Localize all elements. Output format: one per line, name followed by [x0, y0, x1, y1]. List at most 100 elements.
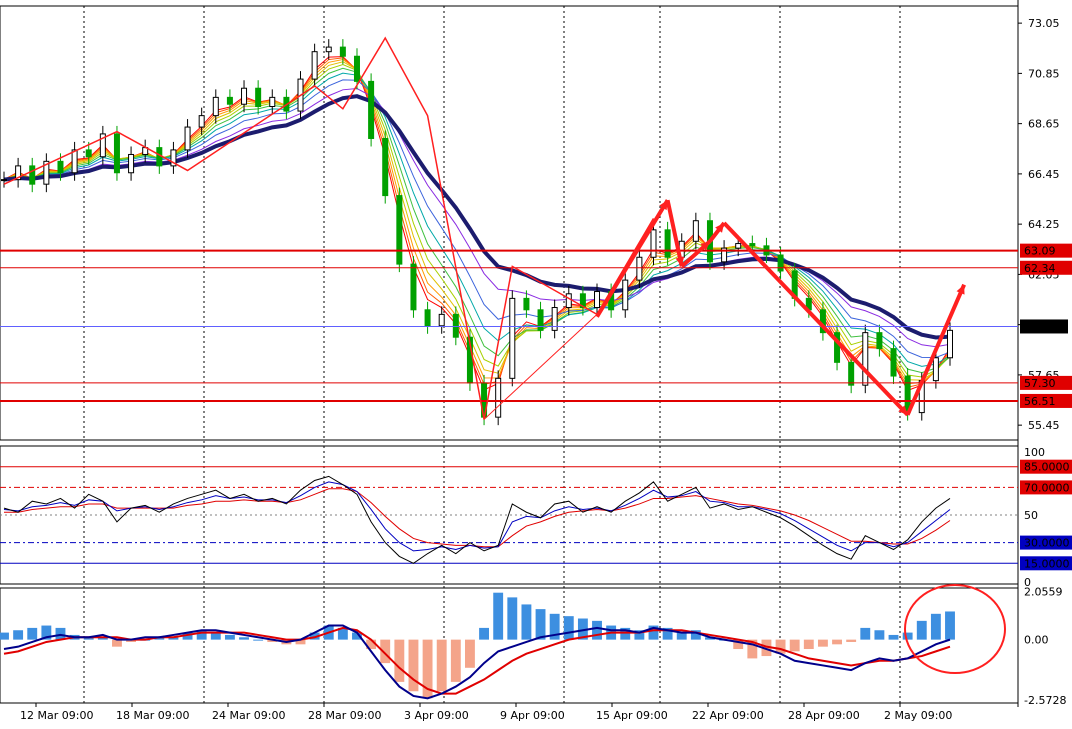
time-axis-label: 15 Apr 09:00	[596, 709, 668, 722]
macd-histogram-bar	[394, 639, 405, 682]
price-tick-label: 70.85	[1028, 67, 1060, 80]
price-candle-body	[255, 87, 262, 108]
macd-histogram-bar	[888, 634, 899, 640]
price-candle-body	[353, 55, 360, 82]
price-candle-body	[749, 243, 756, 247]
current-price-text: 59.77	[1024, 320, 1056, 333]
price-candle-body	[156, 147, 163, 167]
macd-histogram-bar	[535, 609, 546, 640]
macd-histogram-bar	[563, 616, 574, 640]
price-candle-body	[1, 179, 7, 182]
price-candle-body	[212, 96, 219, 117]
price-candle-body	[932, 357, 939, 382]
rsi-tick-label: 70.0000	[1024, 481, 1070, 494]
rsi-tick-label: 30.0000	[1024, 537, 1070, 550]
price-candle-body	[890, 348, 897, 377]
macd-histogram-bar	[803, 639, 814, 650]
macd-histogram-bar	[902, 632, 913, 640]
price-candle-body	[184, 126, 191, 151]
macd-histogram-bar	[253, 639, 264, 641]
macd-histogram-bar	[521, 604, 532, 640]
price-candle-body	[71, 149, 78, 174]
price-candle-body	[876, 332, 883, 350]
time-axis-label: 2 May 09:00	[884, 709, 952, 722]
macd-histogram-bar	[916, 620, 927, 640]
price-candle-body	[113, 133, 120, 174]
rsi-tick-label: 50	[1024, 509, 1038, 522]
rsi-tick-label: 15.0000	[1024, 557, 1070, 570]
macd-histogram-bar	[832, 639, 842, 645]
macd-tick-label: 0.00	[1024, 634, 1049, 647]
price-candle-body	[664, 229, 671, 258]
macd-histogram-bar	[210, 632, 221, 640]
price-candle-body	[636, 256, 643, 281]
price-candle-body	[565, 293, 572, 309]
macd-histogram-bar	[860, 627, 871, 640]
price-candle-body	[509, 297, 516, 379]
macd-histogram-bar	[846, 639, 857, 642]
price-candle-body	[396, 195, 403, 265]
price-candle-body	[311, 51, 318, 80]
macd-histogram-bar	[112, 639, 122, 647]
macd-tick-label: 2.0559	[1024, 585, 1063, 598]
level-badge-text: 62.34	[1024, 262, 1056, 275]
price-candle-body	[848, 361, 855, 386]
time-axis-label: 28 Mar 09:00	[308, 709, 381, 722]
price-candle-body	[29, 165, 36, 185]
macd-histogram-bar	[408, 639, 419, 692]
price-candle-body	[339, 46, 346, 57]
macd-histogram-bar	[450, 639, 461, 682]
rsi-tick-label: 100	[1024, 446, 1045, 459]
price-candle-body	[650, 229, 657, 258]
time-axis-label: 3 Apr 09:00	[404, 709, 469, 722]
price-candle-body	[269, 96, 276, 108]
price-candle-body	[523, 297, 530, 311]
rsi-tick-label: 85.0000	[1024, 461, 1070, 474]
time-axis-label: 28 Apr 09:00	[788, 709, 860, 722]
price-candle-body	[424, 309, 431, 327]
price-candle-body	[241, 87, 248, 105]
macd-histogram-bar	[239, 637, 249, 640]
price-candle-body	[452, 313, 459, 338]
level-badge-text: 63.09	[1024, 245, 1056, 258]
time-axis-label: 24 Mar 09:00	[212, 709, 285, 722]
macd-histogram-bar	[55, 627, 66, 640]
price-candle-body	[325, 46, 332, 53]
macd-histogram-bar	[224, 634, 235, 640]
price-candle-body	[862, 332, 869, 386]
macd-histogram-bar	[874, 630, 885, 640]
price-candle-body	[85, 149, 92, 158]
price-candle-body	[947, 329, 953, 359]
macd-histogram-bar	[592, 620, 602, 640]
macd-histogram-bar	[479, 627, 490, 640]
price-tick-label: 66.45	[1028, 168, 1060, 181]
macd-histogram-bar	[930, 613, 941, 640]
price-candle-body	[594, 291, 601, 309]
price-tick-label: 73.05	[1028, 17, 1060, 30]
macd-histogram-bar	[436, 639, 447, 692]
macd-histogram-bar	[493, 592, 504, 640]
level-badge-text: 56.51	[1024, 395, 1056, 408]
price-candle-body	[226, 96, 233, 105]
price-candle-body	[495, 377, 502, 418]
macd-histogram-bar	[464, 639, 475, 668]
price-candle-body	[128, 153, 135, 174]
macd-histogram-bar	[945, 611, 955, 640]
price-candle-body	[198, 115, 205, 128]
time-axis-label: 9 Apr 09:00	[500, 709, 565, 722]
price-tick-label: 68.65	[1028, 118, 1060, 131]
price-candle-body	[735, 243, 742, 249]
price-candle-body	[692, 220, 699, 242]
price-candle-body	[537, 309, 544, 331]
price-candle-body	[777, 254, 784, 272]
price-candle-body	[438, 313, 445, 327]
chart-svg: 73.0570.8568.6566.4564.2562.0559.8557.65…	[0, 0, 1072, 725]
macd-histogram-bar	[507, 597, 518, 640]
macd-histogram-bar	[789, 639, 800, 652]
price-candle-body	[368, 80, 375, 139]
macd-histogram-bar	[13, 630, 24, 640]
chart-window: 73.0570.8568.6566.4564.2562.0559.8557.65…	[0, 0, 1072, 725]
macd-histogram-bar	[817, 639, 828, 647]
price-candle-body	[57, 160, 64, 174]
price-candle-body	[382, 137, 389, 197]
